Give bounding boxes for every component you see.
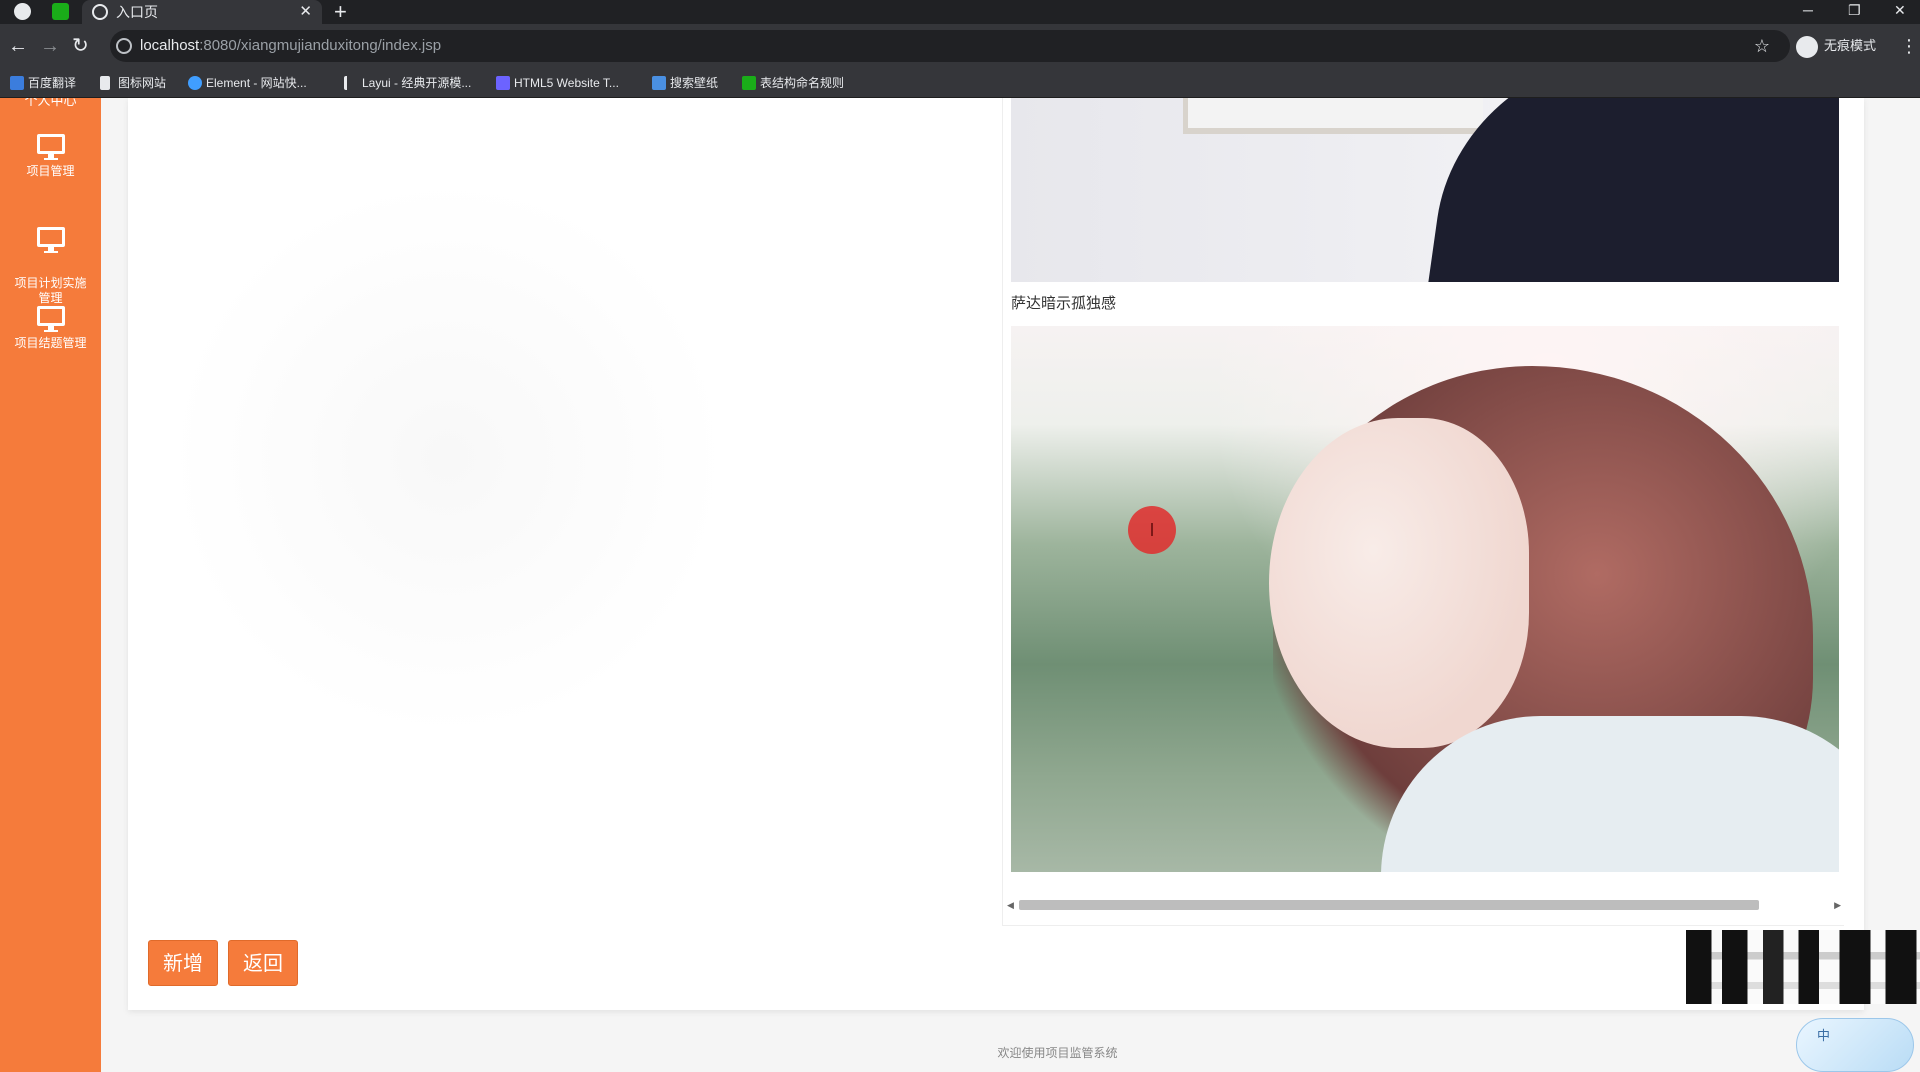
bookmark-item[interactable]: HTML5 Website T...: [496, 68, 619, 98]
incognito-indicator[interactable]: 无痕模式: [1796, 32, 1876, 60]
add-button[interactable]: 新增: [148, 940, 218, 986]
scroll-right-icon[interactable]: ▶: [1834, 898, 1841, 912]
page-viewport: 个人中心 项目管理 项目计划实施 管理 项目结题管理 萨达暗示孤独感 ◀ ▶ 新…: [0, 98, 1920, 1072]
close-window-icon[interactable]: ✕: [1894, 0, 1906, 20]
preview-image-top: [1011, 98, 1839, 282]
reload-icon[interactable]: ↻: [72, 34, 89, 58]
preview-image-portrait: [1011, 326, 1839, 872]
restore-icon[interactable]: ❐: [1848, 0, 1861, 20]
info-icon[interactable]: [116, 38, 132, 54]
scrollbar-thumb[interactable]: [1019, 900, 1759, 910]
ime-label: 中: [1817, 1028, 1831, 1043]
browser-toolbar: ← → ↻ localhost:8080/xiangmujianduxitong…: [0, 24, 1920, 68]
sheet-icon: [742, 76, 756, 90]
bookmark-star-icon[interactable]: ☆: [1754, 30, 1770, 62]
globe-icon[interactable]: [14, 3, 31, 20]
translate-icon: [10, 76, 24, 90]
pixelated-qr-code: [1686, 930, 1920, 1004]
globe-icon: [92, 4, 108, 20]
tab-title: 入口页: [116, 4, 158, 20]
picture-frame: [1183, 98, 1483, 134]
url-text[interactable]: localhost:8080/xiangmujianduxitong/index…: [140, 30, 441, 62]
monitor-icon: [36, 227, 65, 253]
forward-arrow-icon[interactable]: →: [40, 34, 60, 58]
monitor-icon: [36, 134, 65, 160]
pinned-tab-icon[interactable]: [52, 3, 69, 20]
ime-indicator[interactable]: 中: [1796, 1018, 1914, 1072]
bookmark-item[interactable]: 图标网站: [100, 68, 166, 98]
flag-icon: [100, 76, 110, 90]
sidebar: 个人中心 项目管理 项目计划实施 管理 项目结题管理: [0, 98, 101, 1072]
dark-coat: [1426, 98, 1839, 282]
faded-background: [168, 178, 728, 738]
html5-icon: [496, 76, 510, 90]
cursor-highlight: I: [1128, 506, 1176, 554]
close-tab-icon[interactable]: ✕: [299, 0, 312, 24]
bookmarks-bar: 百度翻译 图标网站 Element - 网站快... Layui - 经典开源模…: [0, 68, 1920, 98]
back-arrow-icon[interactable]: ←: [8, 34, 28, 58]
back-button[interactable]: 返回: [228, 940, 298, 986]
element-icon: [188, 76, 202, 90]
browser-tab-bar: 入口页 ✕ + ─ ❐ ✕: [0, 0, 1920, 24]
address-bar[interactable]: localhost:8080/xiangmujianduxitong/index…: [110, 30, 1790, 62]
layui-icon: [344, 76, 358, 90]
image-preview-panel: 萨达暗示孤独感 ◀ ▶: [1002, 98, 1844, 926]
minimize-icon[interactable]: ─: [1803, 0, 1813, 20]
menu-kebab-icon[interactable]: ⋮: [1900, 32, 1918, 60]
footer-text: 欢迎使用项目监管系统: [997, 1046, 1118, 1060]
incognito-icon: [1796, 36, 1818, 58]
bookmark-item[interactable]: Element - 网站快...: [188, 68, 307, 98]
bookmark-item[interactable]: 搜索壁纸: [652, 68, 718, 98]
sidebar-item-plan-implementation[interactable]: 项目计划实施 管理: [0, 212, 101, 321]
monitor-icon: [36, 306, 65, 332]
sidebar-item-label: 项目管理: [26, 164, 75, 178]
bookmark-item[interactable]: 表结构命名规则: [742, 68, 844, 98]
bookmark-item[interactable]: 百度翻译: [10, 68, 76, 98]
bookmark-item[interactable]: Layui - 经典开源模...: [344, 68, 471, 98]
scroll-left-icon[interactable]: ◀: [1007, 898, 1014, 912]
new-tab-button[interactable]: +: [334, 0, 347, 24]
image-caption: 萨达暗示孤独感: [1011, 295, 1117, 312]
sidebar-item-project-closure[interactable]: 项目结题管理: [0, 306, 101, 351]
sidebar-item-label: 项目结题管理: [14, 336, 87, 350]
sidebar-item-project-management[interactable]: 项目管理: [0, 134, 101, 179]
sidebar-item-personal-center[interactable]: 个人中心: [0, 98, 101, 109]
tab-active[interactable]: 入口页 ✕: [82, 0, 322, 24]
wallpaper-icon: [652, 76, 666, 90]
face-shape: [1269, 418, 1529, 748]
sidebar-item-label: 项目计划实施 管理: [14, 276, 87, 305]
content-card: 萨达暗示孤独感 ◀ ▶ 新增 返回 ︿: [128, 98, 1920, 1010]
horizontal-scrollbar[interactable]: ◀ ▶: [1007, 898, 1841, 912]
